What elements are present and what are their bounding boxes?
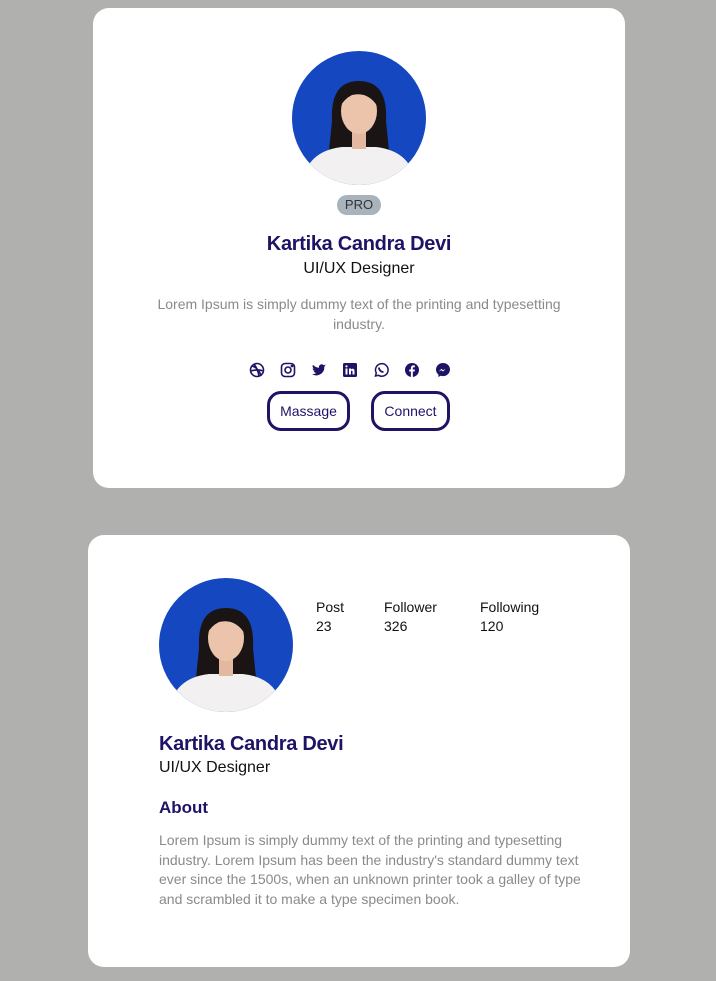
stat-value: 23 <box>316 618 332 634</box>
profile-role: UI/UX Designer <box>303 260 415 277</box>
avatar <box>159 578 293 712</box>
stat-following[interactable]: Following 120 <box>480 598 539 636</box>
dribbble-icon[interactable] <box>249 362 265 378</box>
connect-button[interactable]: Connect <box>371 391 450 431</box>
whatsapp-icon[interactable] <box>373 362 389 378</box>
facebook-icon[interactable] <box>404 362 420 378</box>
profile-name: Kartika Candra Devi <box>159 733 344 755</box>
profile-name: Kartika Candra Devi <box>266 233 452 255</box>
stat-post: Post 23 <box>316 598 344 636</box>
stat-value: 326 <box>384 618 408 634</box>
stat-label: Post <box>316 599 345 615</box>
profile-card-centered: PRO Kartika Candra Devi UI/UX Designer L… <box>93 8 625 488</box>
stat-label: Follower <box>384 599 437 615</box>
profile-card-detailed: Post 23 Follower 326 Following 120 Karti… <box>88 535 630 967</box>
linkedin-icon[interactable] <box>342 362 358 378</box>
about-heading: About <box>159 798 209 817</box>
profile-role: UI/UX Designer <box>159 759 271 776</box>
twitter-icon[interactable] <box>311 362 327 378</box>
instagram-icon[interactable] <box>280 362 296 378</box>
messenger-icon[interactable] <box>435 362 451 378</box>
pro-badge: PRO <box>337 195 381 215</box>
about-text: Lorem Ipsum is simply dummy text of the … <box>159 832 581 907</box>
social-links <box>249 362 451 378</box>
profile-bio: Lorem Ipsum is simply dummy text of the … <box>157 296 561 332</box>
stat-label: Following <box>480 599 540 615</box>
stat-value: 120 <box>480 618 504 634</box>
avatar <box>292 51 426 185</box>
message-button[interactable]: Massage <box>267 391 350 431</box>
stat-follower[interactable]: Follower 326 <box>384 598 437 636</box>
